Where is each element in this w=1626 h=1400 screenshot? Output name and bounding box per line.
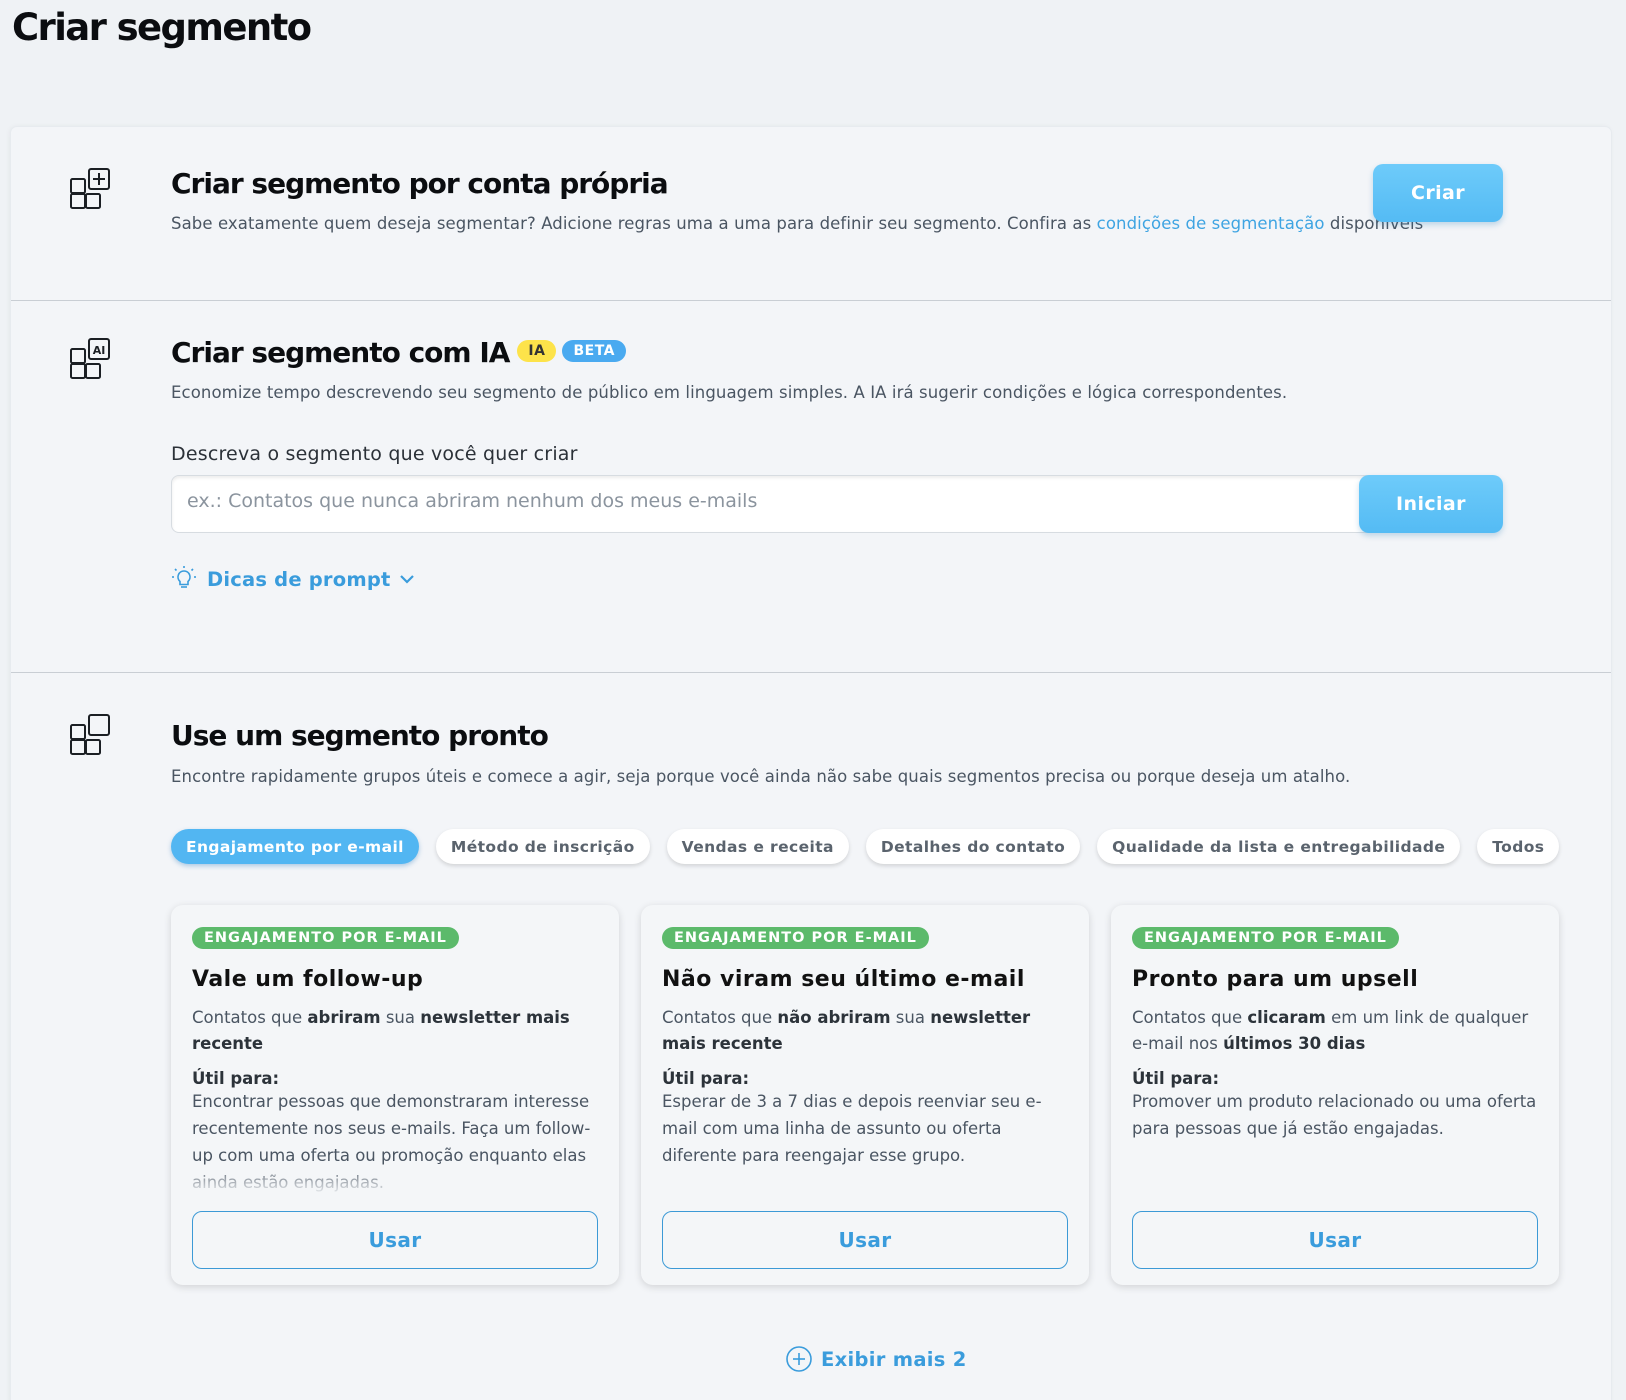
ai-prompt-wrapper xyxy=(171,475,1387,533)
segment-options-panel: Criar segmento por conta própria Sabe ex… xyxy=(11,127,1611,1400)
prompt-tips-toggle[interactable]: Dicas de prompt xyxy=(171,565,415,593)
filter-sales-revenue[interactable]: Vendas e receita xyxy=(666,829,849,864)
filter-signup-method[interactable]: Método de inscrição xyxy=(435,829,650,864)
card-category-badge: ENGAJAMENTO POR E-MAIL xyxy=(662,927,929,949)
plus-circle-icon xyxy=(786,1346,812,1372)
filter-email-engagement[interactable]: Engajamento por e-mail xyxy=(171,829,419,864)
filter-contact-details[interactable]: Detalhes do contato xyxy=(865,829,1081,864)
segment-card: ENGAJAMENTO POR E-MAIL Não viram seu últ… xyxy=(641,905,1089,1285)
card-description: Contatos que abriram sua newsletter mais… xyxy=(192,1008,570,1053)
grid-squares-icon xyxy=(70,714,110,755)
lightbulb-icon xyxy=(172,566,196,588)
card-useful-text: Promover um produto relacionado ou uma o… xyxy=(1132,1092,1537,1138)
grid-ai-icon: AI xyxy=(70,338,110,379)
own-segment-description: Sabe exatamente quem deseja segmentar? A… xyxy=(171,214,1423,233)
card-useful-label: Útil para: xyxy=(1132,1069,1220,1088)
svg-text:AI: AI xyxy=(93,344,106,357)
own-segment-section: Criar segmento por conta própria Sabe ex… xyxy=(11,127,1611,301)
ai-segment-section: AI Criar segmento com IA IA BETA Economize… xyxy=(11,301,1611,673)
own-segment-title: Criar segmento por conta própria xyxy=(171,167,669,200)
use-segment-button[interactable]: Usar xyxy=(662,1211,1068,1269)
card-useful-text: Esperar de 3 a 7 dias e depois reenviar … xyxy=(662,1092,1042,1165)
page-title: Criar segmento xyxy=(12,6,312,49)
segment-card: ENGAJAMENTO POR E-MAIL Vale um follow-up… xyxy=(171,905,619,1285)
card-title: Pronto para um upsell xyxy=(1132,967,1419,992)
use-segment-button[interactable]: Usar xyxy=(1132,1211,1538,1269)
card-category-badge: ENGAJAMENTO POR E-MAIL xyxy=(1132,927,1399,949)
card-category-badge: ENGAJAMENTO POR E-MAIL xyxy=(192,927,459,949)
ai-segment-description: Economize tempo descrevendo seu segmento… xyxy=(171,383,1288,402)
prompt-tips-label: Dicas de prompt xyxy=(207,567,391,591)
start-button[interactable]: Iniciar xyxy=(1359,475,1503,533)
ai-prompt-label: Descreva o segmento que você quer criar xyxy=(171,443,578,465)
own-desc-text: Sabe exatamente quem deseja segmentar? A… xyxy=(171,214,1097,233)
chevron-down-icon xyxy=(399,575,414,584)
ready-segment-description: Encontre rapidamente grupos úteis e come… xyxy=(171,767,1351,786)
category-filters: Engajamento por e-mail Método de inscriç… xyxy=(171,829,1560,864)
segment-cards: ENGAJAMENTO POR E-MAIL Vale um follow-up… xyxy=(171,905,1559,1285)
card-description: Contatos que não abriram sua newsletter … xyxy=(662,1008,1031,1053)
show-more-button[interactable]: Exibir mais 2 xyxy=(785,1345,967,1373)
create-button[interactable]: Criar xyxy=(1373,164,1503,222)
ai-segment-title-row: Criar segmento com IA IA BETA xyxy=(171,336,627,369)
card-description: Contatos que clicaram em um link de qual… xyxy=(1132,1008,1529,1053)
ready-segment-section: Use um segmento pronto Encontre rapidame… xyxy=(11,673,1611,1400)
card-useful-label: Útil para: xyxy=(662,1069,750,1088)
card-title: Vale um follow-up xyxy=(192,967,424,992)
grid-plus-icon xyxy=(70,168,110,209)
segmentation-conditions-link[interactable]: condições de segmentação xyxy=(1097,214,1325,233)
ready-segment-title: Use um segmento pronto xyxy=(171,719,549,752)
ai-prompt-input[interactable] xyxy=(171,475,1387,533)
ai-segment-title: Criar segmento com IA xyxy=(171,336,510,369)
ia-badge: IA xyxy=(517,340,557,362)
card-title: Não viram seu último e-mail xyxy=(662,967,1025,992)
card-useful-text: Encontrar pessoas que demonstraram inter… xyxy=(192,1088,598,1196)
use-segment-button[interactable]: Usar xyxy=(192,1211,598,1269)
beta-badge: BETA xyxy=(562,340,627,362)
filter-all[interactable]: Todos xyxy=(1477,829,1560,864)
filter-list-quality[interactable]: Qualidade da lista e entregabilidade xyxy=(1097,829,1461,864)
show-more-label: Exibir mais 2 xyxy=(821,1347,967,1371)
segment-card: ENGAJAMENTO POR E-MAIL Pronto para um up… xyxy=(1111,905,1559,1285)
card-useful-label: Útil para: xyxy=(192,1069,280,1088)
